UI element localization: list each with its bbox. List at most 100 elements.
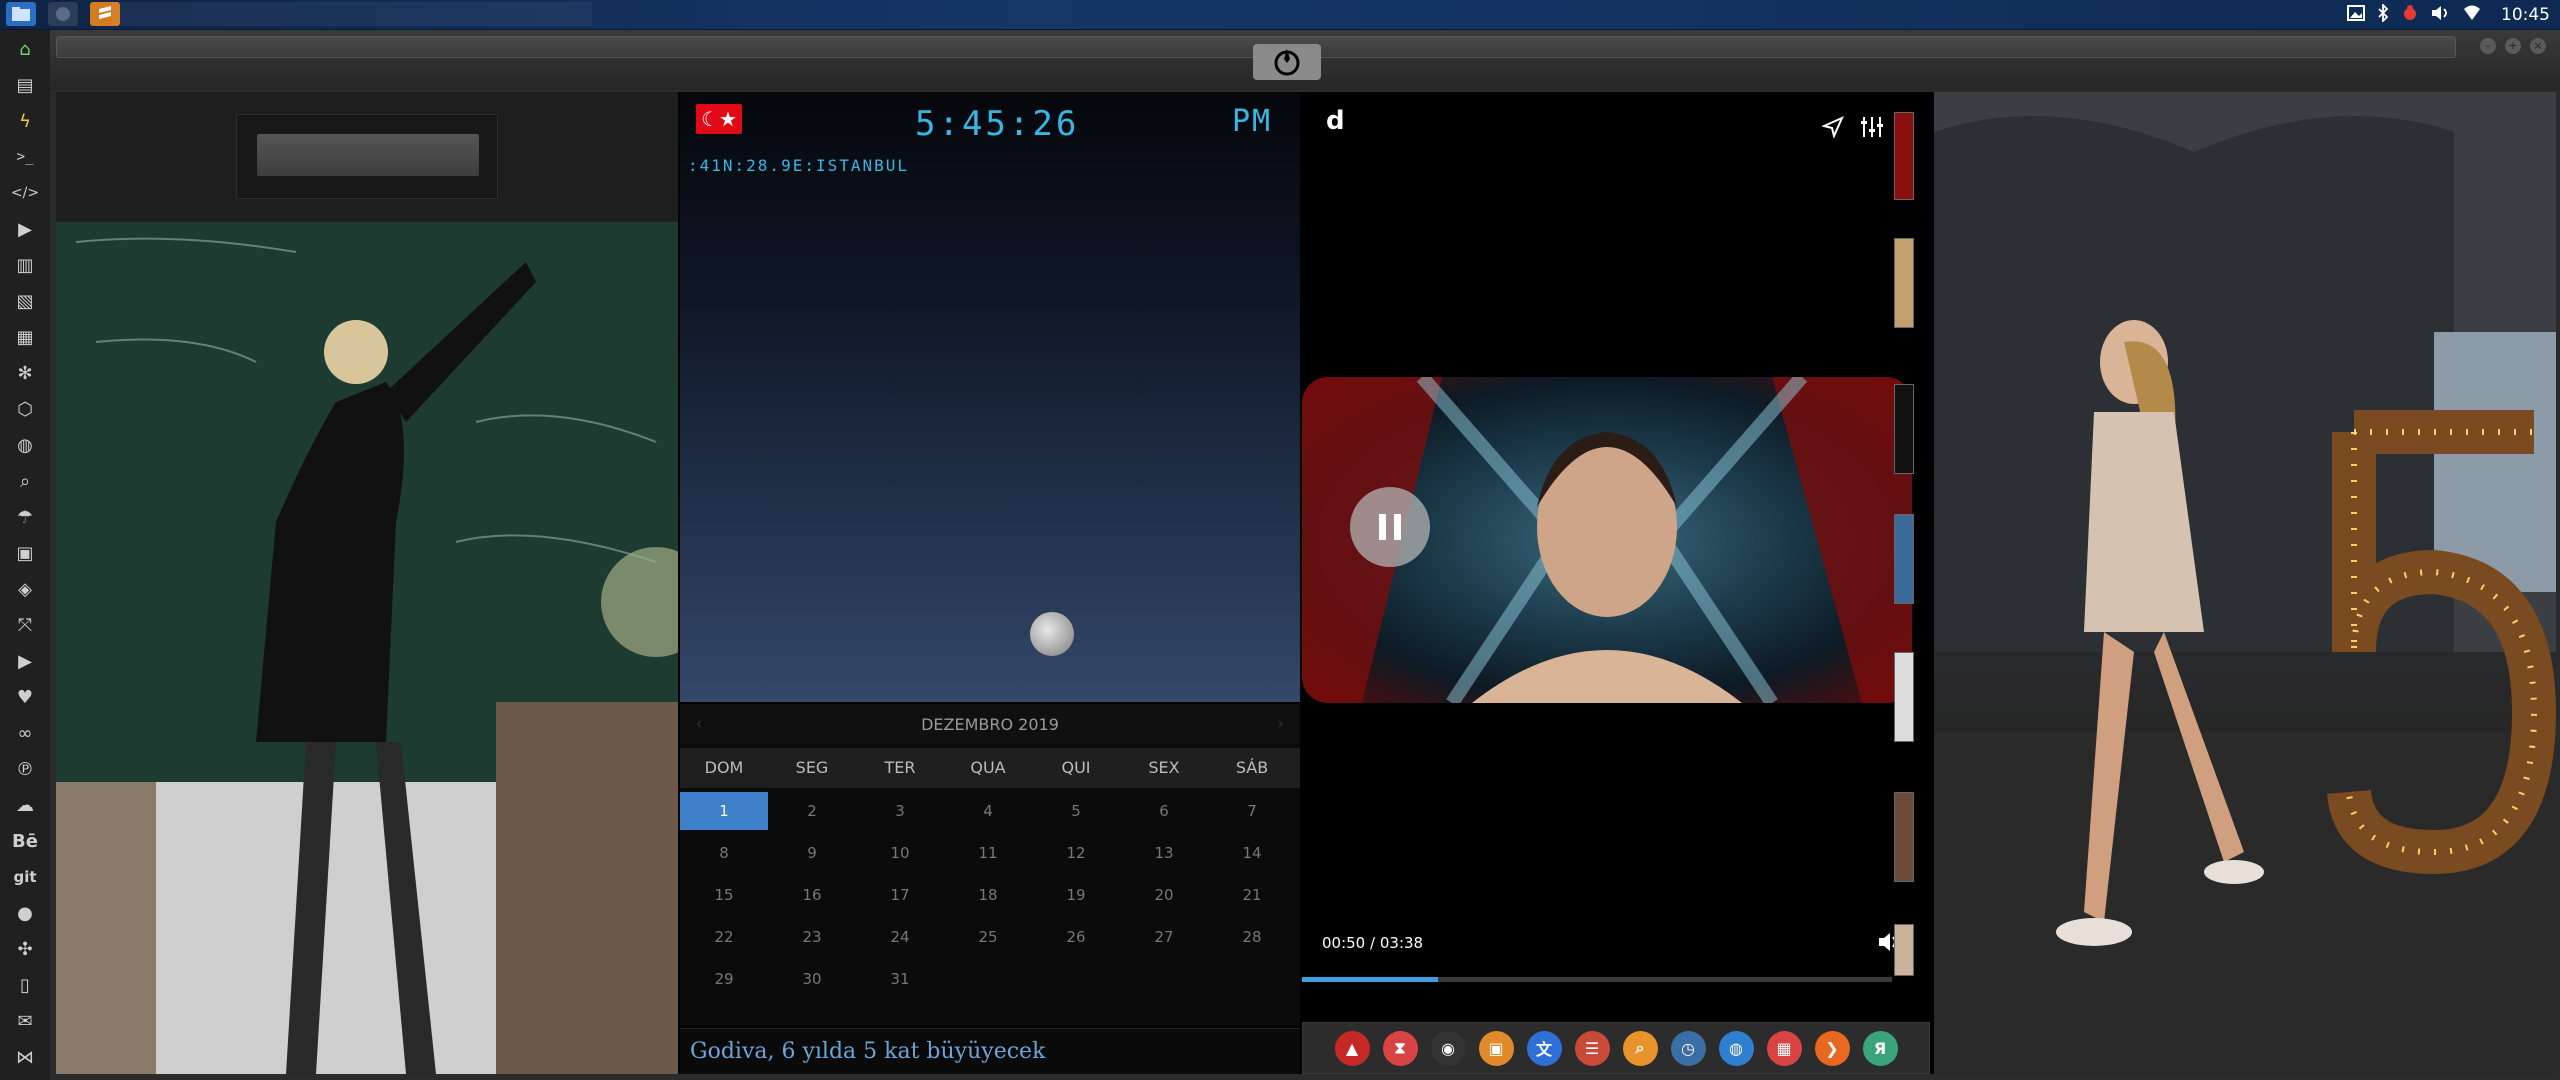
git-icon[interactable]: git <box>10 862 40 892</box>
news-icon[interactable]: ▦ <box>10 322 40 352</box>
calendar-day[interactable]: 29 <box>680 960 768 998</box>
app-a-icon[interactable]: ▲ <box>1334 1030 1370 1066</box>
calendar-day[interactable]: 18 <box>944 876 1032 914</box>
calendar-day[interactable]: 22 <box>680 918 768 956</box>
calendar-day[interactable]: 15 <box>680 876 768 914</box>
calendar-day[interactable]: 6 <box>1120 792 1208 830</box>
hexagon-icon[interactable]: ⬡ <box>10 394 40 424</box>
thumbnail[interactable] <box>1894 924 1914 976</box>
search-icon[interactable]: ⌕ <box>10 466 40 496</box>
calendar-day[interactable]: 23 <box>768 918 856 956</box>
seek-bar[interactable] <box>1302 977 1892 982</box>
calendar-day[interactable]: 5 <box>1032 792 1120 830</box>
rebel-alliance-tab[interactable] <box>1253 44 1321 80</box>
calendar-next-icon[interactable]: › <box>1278 714 1284 733</box>
calendar-day[interactable]: 28 <box>1208 918 1296 956</box>
globe-icon[interactable]: ◍ <box>10 430 40 460</box>
thumbnail[interactable] <box>1894 384 1914 474</box>
news-reader-icon[interactable]: ☰ <box>1574 1030 1610 1066</box>
bluetooth-icon[interactable] <box>2377 2 2389 27</box>
bug-icon[interactable] <box>2401 4 2419 27</box>
hourglass-icon[interactable]: ⧗ <box>1382 1030 1418 1066</box>
circle-launcher[interactable] <box>48 2 78 26</box>
calendar-day[interactable]: 20 <box>1120 876 1208 914</box>
terminal-icon[interactable]: >_ <box>10 142 40 172</box>
share-icon[interactable]: ⋈ <box>10 1042 40 1072</box>
calendar-day[interactable]: 17 <box>856 876 944 914</box>
clock-icon[interactable]: ◷ <box>1670 1030 1706 1066</box>
book-icon[interactable]: ▥ <box>10 250 40 280</box>
document-icon[interactable]: ▤ <box>10 70 40 100</box>
heart-icon[interactable]: ♥ <box>10 682 40 712</box>
play-icon[interactable]: ▶ <box>10 214 40 244</box>
dark-globe-icon[interactable]: ◉ <box>1430 1030 1466 1066</box>
send-icon[interactable] <box>1820 116 1844 142</box>
calendar-day[interactable]: 25 <box>944 918 1032 956</box>
turkey-flag-icon[interactable]: ☾★ <box>696 104 742 134</box>
cloud-icon[interactable]: ☁ <box>10 790 40 820</box>
thumbnail[interactable] <box>1894 238 1914 328</box>
image-viewer-icon[interactable]: ▣ <box>1478 1030 1514 1066</box>
map-icon[interactable]: ▯ <box>10 970 40 1000</box>
thumbnail[interactable] <box>1894 112 1914 200</box>
calendar-day[interactable]: 19 <box>1032 876 1120 914</box>
taskbar-area[interactable] <box>112 2 592 26</box>
lightning-icon[interactable]: ϟ <box>10 106 40 136</box>
calendar-day[interactable]: 11 <box>944 834 1032 872</box>
settings-icon[interactable]: ✻ <box>10 358 40 388</box>
calendar-day[interactable]: 10 <box>856 834 944 872</box>
calendar-day[interactable]: 13 <box>1120 834 1208 872</box>
mail-icon[interactable]: ✉ <box>10 1006 40 1036</box>
news-ticker[interactable]: Godiva, 6 yılda 5 kat büyüyecek <box>680 1028 1300 1074</box>
expand-icon[interactable]: ⤧ <box>10 610 40 640</box>
umbrella-icon[interactable]: ☂ <box>10 502 40 532</box>
pinterest-icon[interactable]: ℗ <box>10 754 40 784</box>
calendar-day[interactable]: 4 <box>944 792 1032 830</box>
file-manager-launcher[interactable] <box>6 2 36 26</box>
close-button[interactable]: × <box>2530 38 2546 54</box>
system-clock[interactable]: 10:45 <box>2501 5 2550 25</box>
calendar-icon[interactable]: ▦ <box>1766 1030 1802 1066</box>
calendar-day[interactable]: 14 <box>1208 834 1296 872</box>
calendar-day[interactable]: 1 <box>680 792 768 830</box>
equalizer-icon[interactable] <box>1860 116 1884 142</box>
image-tray-icon[interactable] <box>2347 4 2365 26</box>
puzzle-icon[interactable]: ✣ <box>10 934 40 964</box>
github-icon[interactable]: ● <box>10 898 40 928</box>
calendar-prev-icon[interactable]: ‹ <box>696 714 702 733</box>
forward-arrow-icon[interactable]: ❯ <box>1814 1030 1850 1066</box>
code-icon[interactable]: </> <box>10 178 40 208</box>
youtube-icon[interactable]: ▶ <box>10 646 40 676</box>
behance-icon[interactable]: Bē <box>10 826 40 856</box>
search-icon[interactable]: ⌕ <box>1622 1030 1658 1066</box>
calendar-day[interactable]: 9 <box>768 834 856 872</box>
calendar-day[interactable]: 27 <box>1120 918 1208 956</box>
calendar-day[interactable]: 2 <box>768 792 856 830</box>
tag-icon[interactable]: ◈ <box>10 574 40 604</box>
player-logo[interactable]: d <box>1326 106 1345 136</box>
thumbnail[interactable] <box>1894 652 1914 742</box>
calendar-day[interactable]: 30 <box>768 960 856 998</box>
placeholder-button[interactable] <box>257 134 479 176</box>
translate-icon[interactable]: 文 <box>1526 1030 1562 1066</box>
image-icon[interactable]: ▧ <box>10 286 40 316</box>
calendar-day[interactable]: 24 <box>856 918 944 956</box>
yandex-icon[interactable]: Я <box>1862 1030 1898 1066</box>
link-icon[interactable]: ∞ <box>10 718 40 748</box>
calendar-day[interactable]: 31 <box>856 960 944 998</box>
calendar-day[interactable]: 8 <box>680 834 768 872</box>
wifi-icon[interactable] <box>2463 5 2481 26</box>
contact-icon[interactable]: ▣ <box>10 538 40 568</box>
calendar-day[interactable]: 3 <box>856 792 944 830</box>
calendar-day[interactable]: 16 <box>768 876 856 914</box>
calendar-day[interactable]: 26 <box>1032 918 1120 956</box>
calendar-day[interactable]: 12 <box>1032 834 1120 872</box>
volume-icon[interactable] <box>2431 5 2451 26</box>
calendar-day[interactable]: 7 <box>1208 792 1296 830</box>
web-browser-icon[interactable]: ◍ <box>1718 1030 1754 1066</box>
maximize-button[interactable]: + <box>2505 38 2521 54</box>
thumbnail[interactable] <box>1894 514 1914 604</box>
calendar-day[interactable]: 21 <box>1208 876 1296 914</box>
pause-button[interactable] <box>1350 487 1430 567</box>
thumbnail[interactable] <box>1894 792 1914 882</box>
